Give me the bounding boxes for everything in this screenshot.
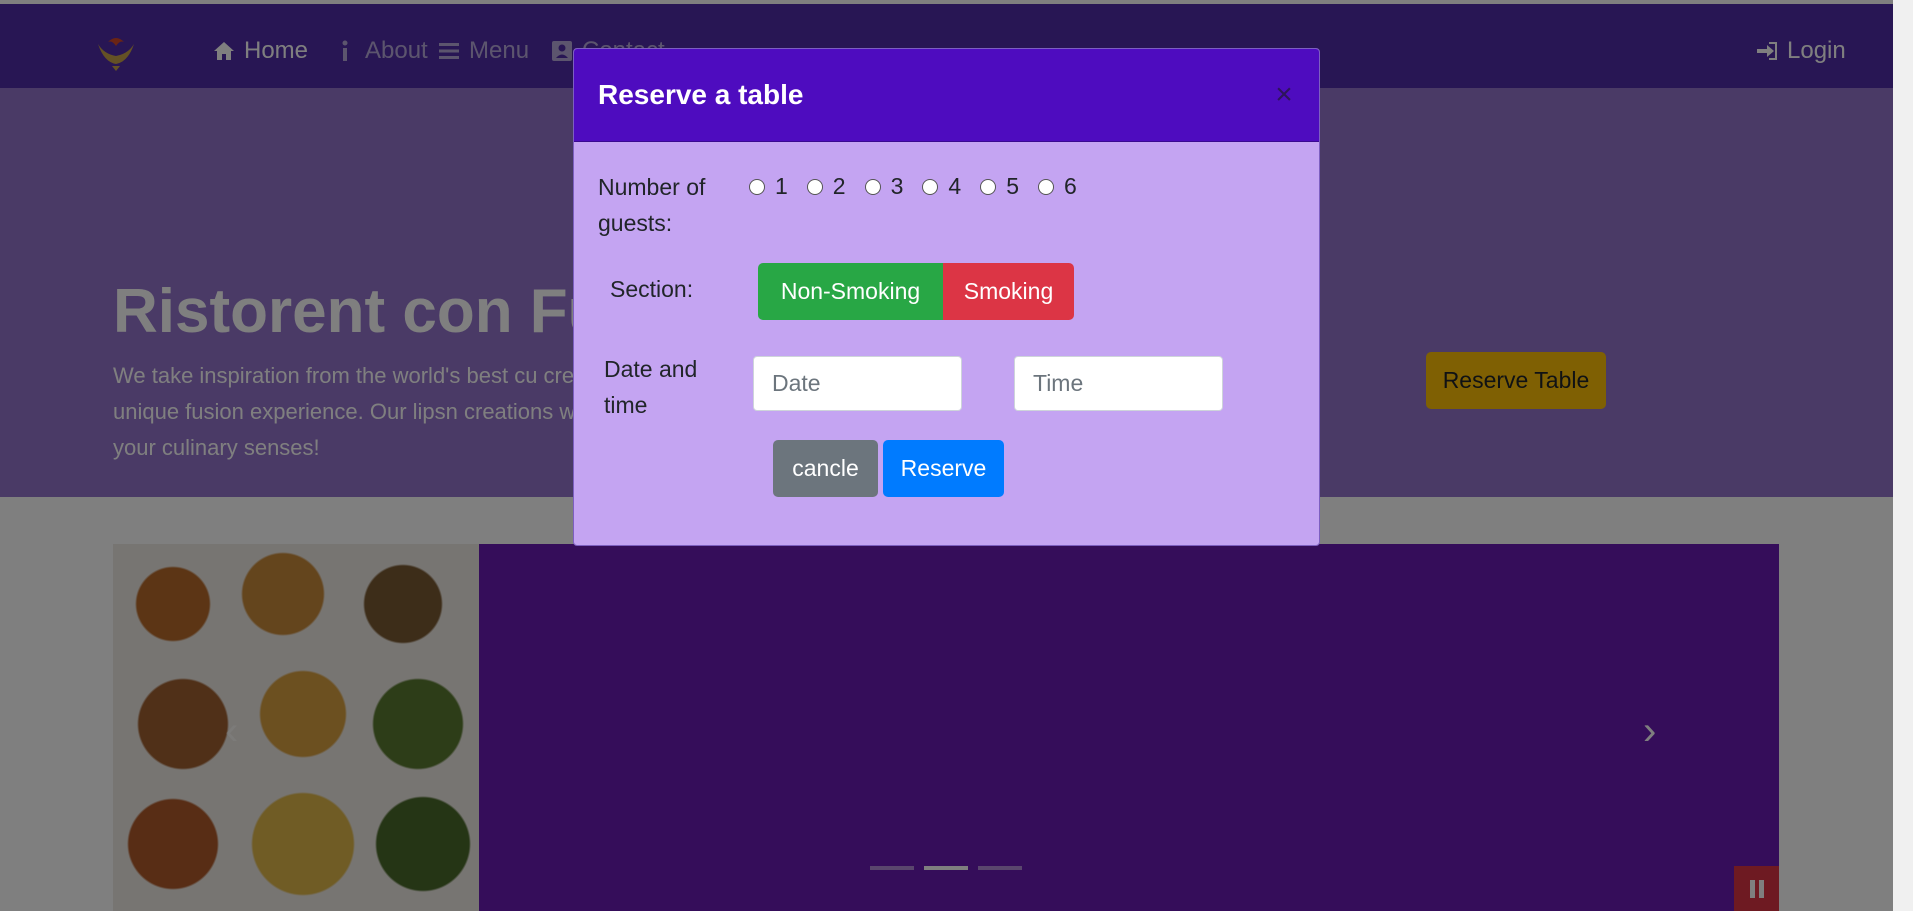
guest-radio-4[interactable]: 4 — [922, 173, 961, 200]
reserve-button[interactable]: Reserve — [883, 440, 1004, 497]
non-smoking-button[interactable]: Non-Smoking — [758, 263, 943, 320]
radio-circle[interactable] — [864, 178, 881, 195]
time-input[interactable]: Time — [1014, 356, 1223, 411]
radio-label: 4 — [948, 173, 962, 199]
guest-radio-3[interactable]: 3 — [864, 173, 904, 200]
guest-radio-1[interactable]: 1 — [749, 173, 788, 200]
guest-radio-2[interactable]: 2 — [806, 173, 846, 200]
radio-circle[interactable] — [749, 178, 765, 195]
guest-radio-5[interactable]: 5 — [980, 173, 1019, 200]
close-icon[interactable]: × — [1269, 77, 1299, 113]
radio-circle[interactable] — [922, 178, 939, 195]
radio-circle[interactable] — [980, 178, 997, 195]
radio-label: 5 — [1006, 173, 1019, 199]
reserve-modal: Reserve a table × Number of guests: 1 2 … — [573, 48, 1320, 546]
radio-circle[interactable] — [806, 178, 823, 195]
radio-circle[interactable] — [1037, 178, 1054, 195]
section-toggle-group: Non-Smoking Smoking — [758, 263, 1074, 320]
modal-header: Reserve a table × — [574, 49, 1319, 142]
radio-label: 3 — [890, 173, 904, 199]
modal-title: Reserve a table — [598, 79, 804, 110]
smoking-button[interactable]: Smoking — [943, 263, 1074, 320]
date-input[interactable]: Date — [753, 356, 962, 411]
guest-radio-6[interactable]: 6 — [1037, 173, 1077, 200]
section-label: Section: — [610, 276, 694, 302]
datetime-label: Date and time — [604, 356, 698, 418]
guests-radio-group: 1 2 3 4 5 6 — [749, 173, 1096, 200]
radio-label: 2 — [832, 173, 846, 199]
radio-label: 1 — [775, 173, 788, 199]
cancel-button[interactable]: cancle — [773, 440, 878, 497]
guests-label: Number of guests: — [598, 174, 706, 236]
scrollbar-gutter[interactable] — [1893, 0, 1913, 911]
radio-label: 6 — [1063, 173, 1077, 199]
